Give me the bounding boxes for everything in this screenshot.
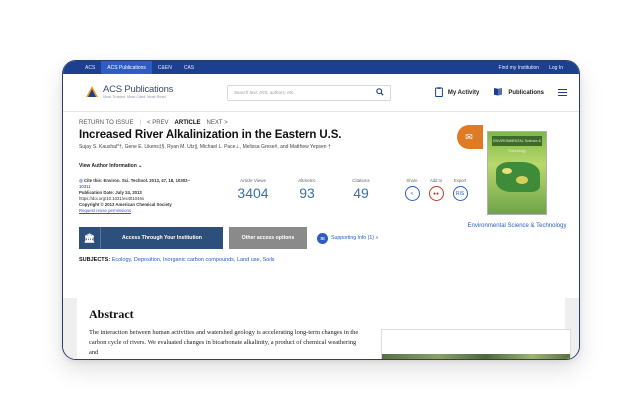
clipboard-icon: [434, 86, 443, 99]
acs-logo-icon: [85, 85, 99, 99]
add-to-button[interactable]: Add to ●●: [427, 178, 445, 214]
metric-label: Altmetric: [298, 178, 316, 183]
browser-frame: ACS ACS Publications C&EN CAS Find my In…: [62, 60, 580, 360]
journal-name-link[interactable]: Environmental Science & Technology: [467, 222, 567, 230]
logo-tagline: Most Trusted. Most Cited. Most Read.: [103, 94, 167, 99]
supporting-info-link[interactable]: SI Supporting Info (1) »: [317, 232, 379, 244]
acs-logo[interactable]: ACS Publications Most Trusted. Most Cite…: [85, 85, 225, 99]
institution-icon: 🏛: [79, 227, 101, 249]
hamburger-menu-icon[interactable]: [558, 89, 567, 96]
reuse-permissions-link[interactable]: Request reuse permissions: [79, 208, 229, 214]
journal-cover-image[interactable]: ENVIRONMENTAL Science & Technology: [487, 131, 547, 215]
share-label: Share: [406, 178, 418, 183]
search-icon[interactable]: [376, 88, 384, 97]
subjects-label: SUBJECTS:: [79, 257, 111, 263]
my-activity-label: My Activity: [447, 89, 480, 96]
subjects-row: SUBJECTS: Ecology, Deposition, Inorganic…: [79, 257, 563, 263]
article-navigation: RETURN TO ISSUE | < PREV ARTICLE NEXT >: [79, 120, 228, 126]
cover-title: ENVIRONMENTAL Science & Technology: [492, 136, 542, 153]
site-header: ACS Publications Most Trusted. Most Cite…: [63, 74, 579, 112]
subjects-links[interactable]: Ecology, Deposition, Inorganic carbon co…: [112, 257, 275, 263]
book-icon: [493, 87, 503, 98]
access-institution-label: Access Through Your Institution: [122, 235, 202, 241]
my-activity-button[interactable]: My Activity: [434, 86, 480, 99]
access-through-institution-button[interactable]: 🏛 Access Through Your Institution: [79, 227, 223, 249]
abstract-heading: Abstract: [89, 307, 134, 321]
metric-label: Citations: [352, 178, 370, 183]
abstract-text: The interaction between human activities…: [89, 329, 359, 356]
network-tab-acs[interactable]: ACS: [79, 61, 101, 74]
export-icon: RIS: [452, 186, 468, 201]
supporting-info-icon: SI: [317, 232, 328, 244]
journal-panel: ENVIRONMENTAL Science & Technology Envir…: [467, 131, 567, 230]
next-article-link[interactable]: NEXT >: [207, 120, 228, 126]
find-institution-link[interactable]: Find my Institution: [499, 65, 540, 71]
chevron-down-icon: ⌄: [138, 163, 143, 169]
publications-button[interactable]: Publications: [493, 87, 544, 98]
share-button[interactable]: Share <: [403, 178, 421, 214]
abstract-section: Abstract The interaction between human a…: [63, 298, 579, 359]
network-tab-acs-publications[interactable]: ACS Publications: [101, 61, 152, 74]
current-article-label: ARTICLE: [174, 120, 201, 126]
abstract-graphic[interactable]: [381, 329, 571, 359]
prev-article-link[interactable]: < PREV: [147, 120, 169, 126]
share-tools: Share < Add to ●● Export RIS: [403, 178, 469, 214]
network-tab-cen[interactable]: C&EN: [152, 61, 178, 74]
top-network-bar: ACS ACS Publications C&EN CAS Find my In…: [63, 61, 579, 74]
supporting-info-label: Supporting Info (1) »: [331, 235, 379, 241]
share-icon: <: [404, 186, 420, 201]
metric-citations[interactable]: Citations 49: [341, 178, 381, 214]
metric-value: 3404: [237, 185, 269, 201]
publications-label: Publications: [508, 89, 544, 96]
metric-altmetric[interactable]: Altmetric 93: [287, 178, 327, 214]
abstract-card: Abstract The interaction between human a…: [77, 298, 571, 359]
add-to-icon: ●●: [428, 186, 444, 201]
article-metrics: Article Views 3404 Altmetric 93 Citation…: [233, 178, 381, 214]
view-author-info-label: View Author Information: [79, 163, 137, 169]
metric-value: 49: [353, 185, 369, 201]
logo-wordmark: ACS Publications: [103, 84, 174, 96]
add-to-label: Add to: [429, 178, 443, 183]
search-input[interactable]: Search text, DOI, authors, etc.: [227, 84, 391, 101]
return-to-issue-link[interactable]: RETURN TO ISSUE: [79, 120, 133, 126]
metric-label: Article Views: [240, 178, 266, 183]
citation-line1[interactable]: Cite this: Environ. Sci. Technol. 2013, …: [84, 178, 190, 183]
login-link[interactable]: Log In: [549, 65, 563, 71]
citation-block: ◍ Cite this: Environ. Sci. Technol. 2013…: [79, 178, 229, 214]
other-access-options-button[interactable]: Other access options: [229, 227, 307, 249]
network-tab-cas[interactable]: CAS: [178, 61, 200, 74]
metric-value: 93: [299, 185, 315, 201]
search-placeholder: Search text, DOI, authors, etc.: [234, 90, 295, 95]
metric-article-views[interactable]: Article Views 3404: [233, 178, 273, 214]
